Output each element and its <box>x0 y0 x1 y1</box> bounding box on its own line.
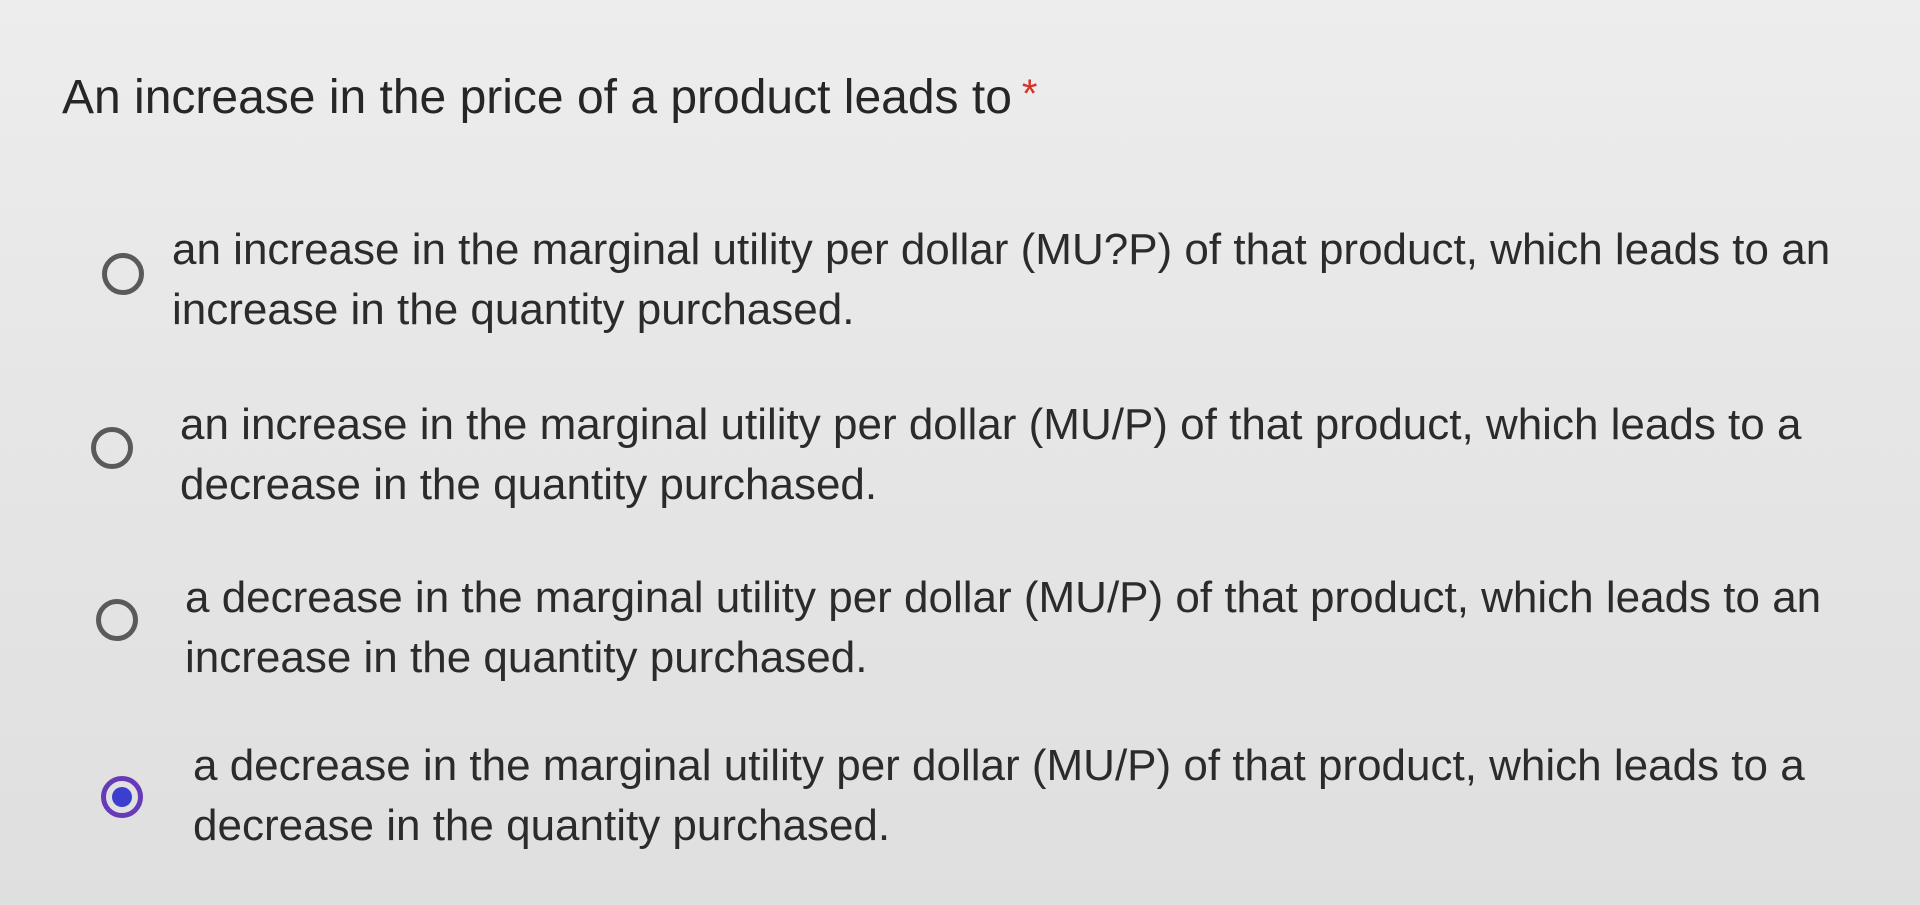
radio-unchecked-icon[interactable] <box>91 427 133 469</box>
question-text: An increase in the price of a product le… <box>62 71 1012 124</box>
answer-option-label: a decrease in the marginal utility per d… <box>193 741 1805 850</box>
radio-unchecked-icon[interactable] <box>96 599 138 641</box>
required-asterisk: * <box>1021 72 1038 116</box>
radio-checked-icon[interactable] <box>101 776 143 818</box>
answer-option-4[interactable]: a decrease in the marginal utility per d… <box>0 696 1920 850</box>
radio-selected-dot <box>112 787 132 807</box>
answer-option-label: a decrease in the marginal utility per d… <box>185 573 1822 682</box>
answer-option-2[interactable]: an increase in the marginal utility per … <box>0 355 1920 509</box>
radio-unchecked-icon[interactable] <box>102 253 144 295</box>
question-card: An increase in the price of a product le… <box>0 0 1920 905</box>
question-title: An increase in the price of a product le… <box>62 68 1037 128</box>
answer-option-label: an increase in the marginal utility per … <box>172 225 1831 334</box>
answer-option-3[interactable]: a decrease in the marginal utility per d… <box>0 528 1920 682</box>
answer-option-label: an increase in the marginal utility per … <box>180 400 1802 509</box>
answer-option-1[interactable]: an increase in the marginal utility per … <box>0 180 1920 334</box>
